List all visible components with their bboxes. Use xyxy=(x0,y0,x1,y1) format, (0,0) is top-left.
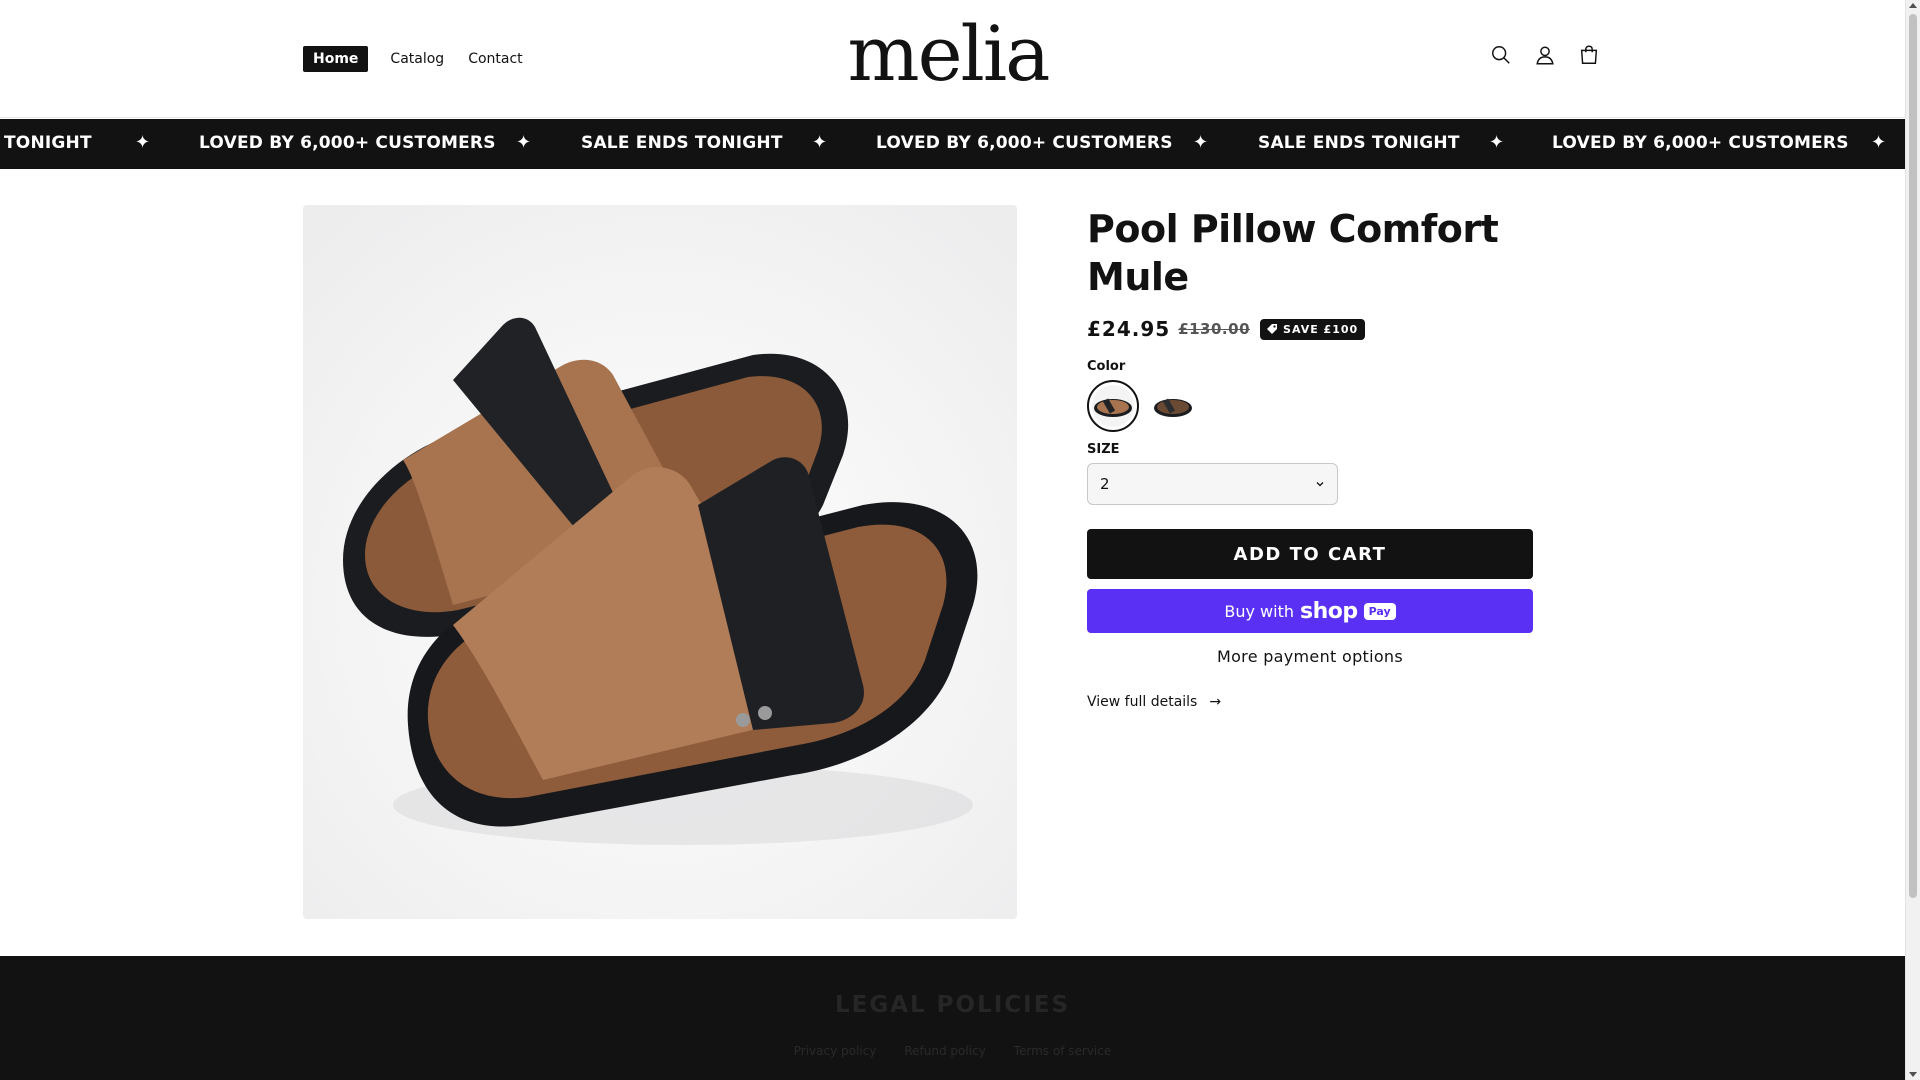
announcement-item: SALE ENDS TONIGHT xyxy=(581,133,783,153)
announcement-bar: TONIGHT ✦ LOVED BY 6,000+ CUSTOMERS ✦ SALE E… xyxy=(0,119,1905,169)
sparkle-icon: ✦ xyxy=(516,132,532,153)
nav-contact-link[interactable]: Contact xyxy=(468,51,522,67)
site-header: Home Catalog Contact melia xyxy=(0,0,1905,118)
cart-icon[interactable] xyxy=(1578,44,1600,66)
buy-with-label: Buy with xyxy=(1224,601,1294,621)
size-label: SIZE xyxy=(1087,442,1120,457)
footer-links: Privacy policy Refund policy Terms of se… xyxy=(0,1044,1905,1058)
sale-price: £24.95 xyxy=(1087,317,1171,341)
announcement-item: LOVED BY 6,000+ CUSTOMERS xyxy=(876,133,1173,153)
announcement-track: TONIGHT ✦ LOVED BY 6,000+ CUSTOMERS ✦ SALE E… xyxy=(0,119,1905,169)
more-payment-options-link[interactable]: More payment options xyxy=(1087,647,1533,666)
page-scrollbar[interactable] xyxy=(1905,0,1920,1080)
pay-pill: Pay xyxy=(1363,602,1396,620)
nav-home-link[interactable]: Home xyxy=(303,46,369,72)
header-icons xyxy=(1490,44,1600,66)
product-info: Pool Pillow Comfort Mule £24.95 £130.00 … xyxy=(1087,205,1533,710)
product-title: Pool Pillow Comfort Mule xyxy=(1087,207,1499,299)
sparkle-icon: ✦ xyxy=(812,132,828,153)
footer-link-terms[interactable]: Terms of service xyxy=(1014,1044,1112,1058)
shop-wordmark: shop xyxy=(1299,598,1358,624)
tag-icon xyxy=(1267,324,1278,334)
scroll-down-arrow[interactable] xyxy=(1909,1072,1917,1077)
site-footer: LEGAL POLICIES Privacy policy Refund pol… xyxy=(0,956,1905,1080)
save-badge: SAVE £100 xyxy=(1260,318,1366,340)
color-swatch-dark[interactable] xyxy=(1147,380,1199,432)
footer-link-refund[interactable]: Refund policy xyxy=(904,1044,985,1058)
sparkle-icon: ✦ xyxy=(1489,132,1505,153)
footer-link-privacy[interactable]: Privacy policy xyxy=(794,1044,877,1058)
arrow-right-icon: → xyxy=(1209,694,1222,710)
chevron-down-icon xyxy=(1316,482,1324,487)
view-full-details-label: View full details xyxy=(1087,694,1198,710)
nav-catalog-link[interactable]: Catalog xyxy=(390,51,444,67)
search-icon[interactable] xyxy=(1490,44,1512,66)
color-label: Color xyxy=(1087,359,1126,374)
save-badge-label: SAVE £100 xyxy=(1283,322,1359,336)
announcement-item: LOVED BY 6,000+ CUSTOMERS xyxy=(1552,133,1849,153)
account-icon[interactable] xyxy=(1534,44,1556,66)
product-image[interactable] xyxy=(303,205,1017,919)
sparkle-icon: ✦ xyxy=(135,132,151,153)
size-select[interactable]: 2 xyxy=(1087,463,1338,505)
sandal-illustration xyxy=(303,205,1017,919)
announcement-item: LOVED BY 6,000+ CUSTOMERS xyxy=(199,133,496,153)
price-row: £24.95 £130.00 SAVE £100 xyxy=(1087,317,1533,341)
brand-logo[interactable]: melia xyxy=(838,14,1058,94)
color-swatches xyxy=(1087,380,1533,432)
scrollbar-thumb[interactable] xyxy=(1909,14,1917,898)
compare-price: £130.00 xyxy=(1178,320,1251,338)
announcement-item: SALE ENDS TONIGHT xyxy=(1258,133,1460,153)
shop-pay-button[interactable]: Buy with shop Pay xyxy=(1087,589,1533,633)
view-full-details-link[interactable]: View full details → xyxy=(1087,694,1533,710)
size-select-value: 2 xyxy=(1100,475,1110,493)
footer-title: LEGAL POLICIES xyxy=(834,992,1071,1018)
announcement-item: TONIGHT xyxy=(4,133,92,153)
sparkle-icon: ✦ xyxy=(1871,132,1887,153)
main-nav: Home Catalog Contact xyxy=(303,46,523,72)
color-swatch-tan[interactable] xyxy=(1087,380,1139,432)
scroll-up-arrow[interactable] xyxy=(1909,3,1917,8)
add-to-cart-button[interactable]: ADD TO CART xyxy=(1087,529,1533,579)
sparkle-icon: ✦ xyxy=(1193,132,1209,153)
